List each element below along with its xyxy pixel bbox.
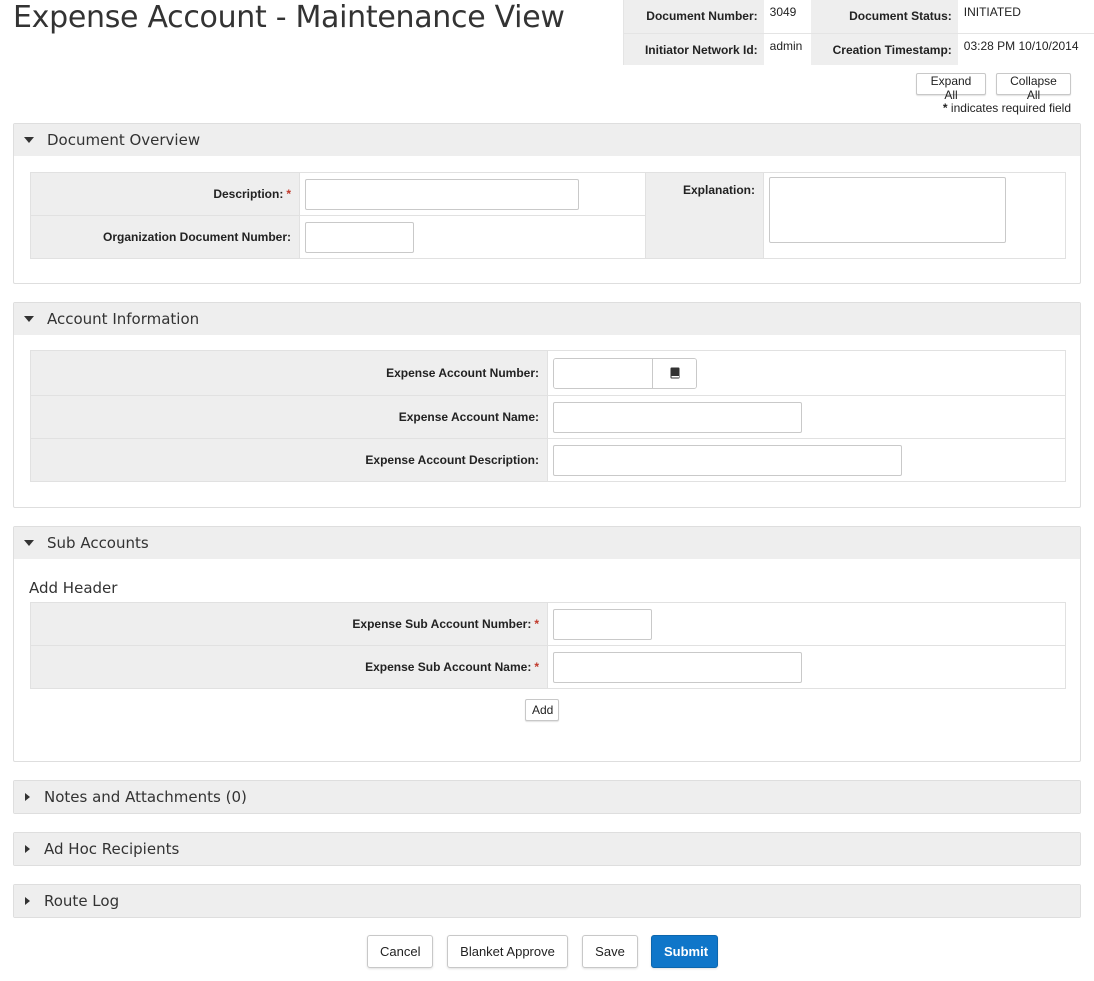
document-status-value: INITIATED <box>957 0 1094 33</box>
required-field-note: * indicates required field <box>943 101 1071 115</box>
expand-all-button[interactable]: Expand All <box>916 73 986 102</box>
description-input[interactable] <box>305 178 579 210</box>
org-doc-number-input[interactable] <box>305 221 414 253</box>
expense-account-number-group <box>553 357 697 389</box>
blanket-approve-button[interactable]: Blanket Approve <box>447 935 568 968</box>
notes-attachments-header[interactable]: Notes and Attachments (0) <box>14 781 1080 813</box>
explanation-textarea[interactable] <box>769 177 1006 243</box>
expense-account-description-input[interactable] <box>553 444 902 476</box>
document-number-label: Document Number: <box>622 0 764 33</box>
sub-account-number-input[interactable] <box>553 608 652 640</box>
required-marker: * <box>534 617 539 631</box>
collapse-triangle-icon[interactable] <box>24 316 34 322</box>
expense-account-description-label: Expense Account Description: <box>30 438 548 482</box>
expense-account-number-label: Expense Account Number: <box>30 350 548 396</box>
expand-triangle-icon[interactable] <box>25 845 30 853</box>
expense-account-number-input[interactable] <box>554 358 652 388</box>
document-number-value: 3049 <box>763 0 811 33</box>
collapse-triangle-icon[interactable] <box>24 137 34 143</box>
lookup-button[interactable] <box>652 358 696 388</box>
route-log-title: Route Log <box>44 892 120 910</box>
required-note-text: indicates required field <box>947 101 1071 115</box>
description-label: Description: <box>213 187 284 201</box>
account-information-panel: Account Information Expense Account Numb… <box>13 302 1081 508</box>
document-overview-panel: Document Overview Description: * Explanat… <box>13 123 1081 284</box>
adhoc-recipients-title: Ad Hoc Recipients <box>44 840 180 858</box>
document-overview-header[interactable]: Document Overview <box>14 124 1080 156</box>
document-status-label: Document Status: <box>810 0 958 33</box>
submit-button[interactable]: Submit <box>651 935 718 968</box>
route-log-panel[interactable]: Route Log <box>13 884 1081 918</box>
document-overview-title: Document Overview <box>47 131 201 149</box>
add-header-title: Add Header <box>29 579 118 597</box>
sub-account-name-input[interactable] <box>553 651 802 683</box>
account-information-header[interactable]: Account Information <box>14 303 1080 335</box>
cancel-button[interactable]: Cancel <box>367 935 433 968</box>
sub-accounts-table: Expense Sub Account Number: * Expense Sub… <box>30 602 1066 689</box>
document-overview-table: Description: * Explanation: Organization … <box>30 172 1066 259</box>
route-log-header[interactable]: Route Log <box>14 885 1080 917</box>
document-header: Document Number: 3049 Document Status: I… <box>622 0 1094 65</box>
page-title: Expense Account - Maintenance View <box>13 0 565 35</box>
expand-triangle-icon[interactable] <box>25 897 30 905</box>
expand-triangle-icon[interactable] <box>25 793 30 801</box>
notes-attachments-panel[interactable]: Notes and Attachments (0) <box>13 780 1081 814</box>
book-icon <box>670 367 679 379</box>
org-doc-number-label: Organization Document Number: <box>30 215 300 259</box>
add-sub-account-button[interactable]: Add <box>525 699 559 721</box>
required-marker: * <box>534 660 539 674</box>
sub-accounts-header[interactable]: Sub Accounts <box>14 527 1080 559</box>
sub-account-number-label: Expense Sub Account Number: <box>352 617 532 631</box>
initiator-value: admin <box>763 32 811 65</box>
creation-timestamp-value: 03:28 PM 10/10/2014 <box>957 32 1094 65</box>
adhoc-recipients-header[interactable]: Ad Hoc Recipients <box>14 833 1080 865</box>
save-button[interactable]: Save <box>582 935 638 968</box>
sub-accounts-panel: Sub Accounts Add Header Expense Sub Acco… <box>13 526 1081 762</box>
explanation-label: Explanation: <box>645 172 764 259</box>
required-marker: * <box>286 187 291 201</box>
initiator-label: Initiator Network Id: <box>622 32 764 65</box>
collapse-triangle-icon[interactable] <box>24 540 34 546</box>
notes-attachments-title: Notes and Attachments (0) <box>44 788 247 806</box>
collapse-all-button[interactable]: Collapse All <box>996 73 1071 102</box>
account-information-title: Account Information <box>47 310 200 328</box>
creation-timestamp-label: Creation Timestamp: <box>810 32 958 65</box>
expense-account-name-input[interactable] <box>553 401 802 433</box>
account-information-table: Expense Account Number: Expense Account … <box>30 350 1066 482</box>
sub-account-name-label: Expense Sub Account Name: <box>365 660 532 674</box>
expense-account-name-label: Expense Account Name: <box>30 395 548 439</box>
sub-accounts-title: Sub Accounts <box>47 534 149 552</box>
adhoc-recipients-panel[interactable]: Ad Hoc Recipients <box>13 832 1081 866</box>
